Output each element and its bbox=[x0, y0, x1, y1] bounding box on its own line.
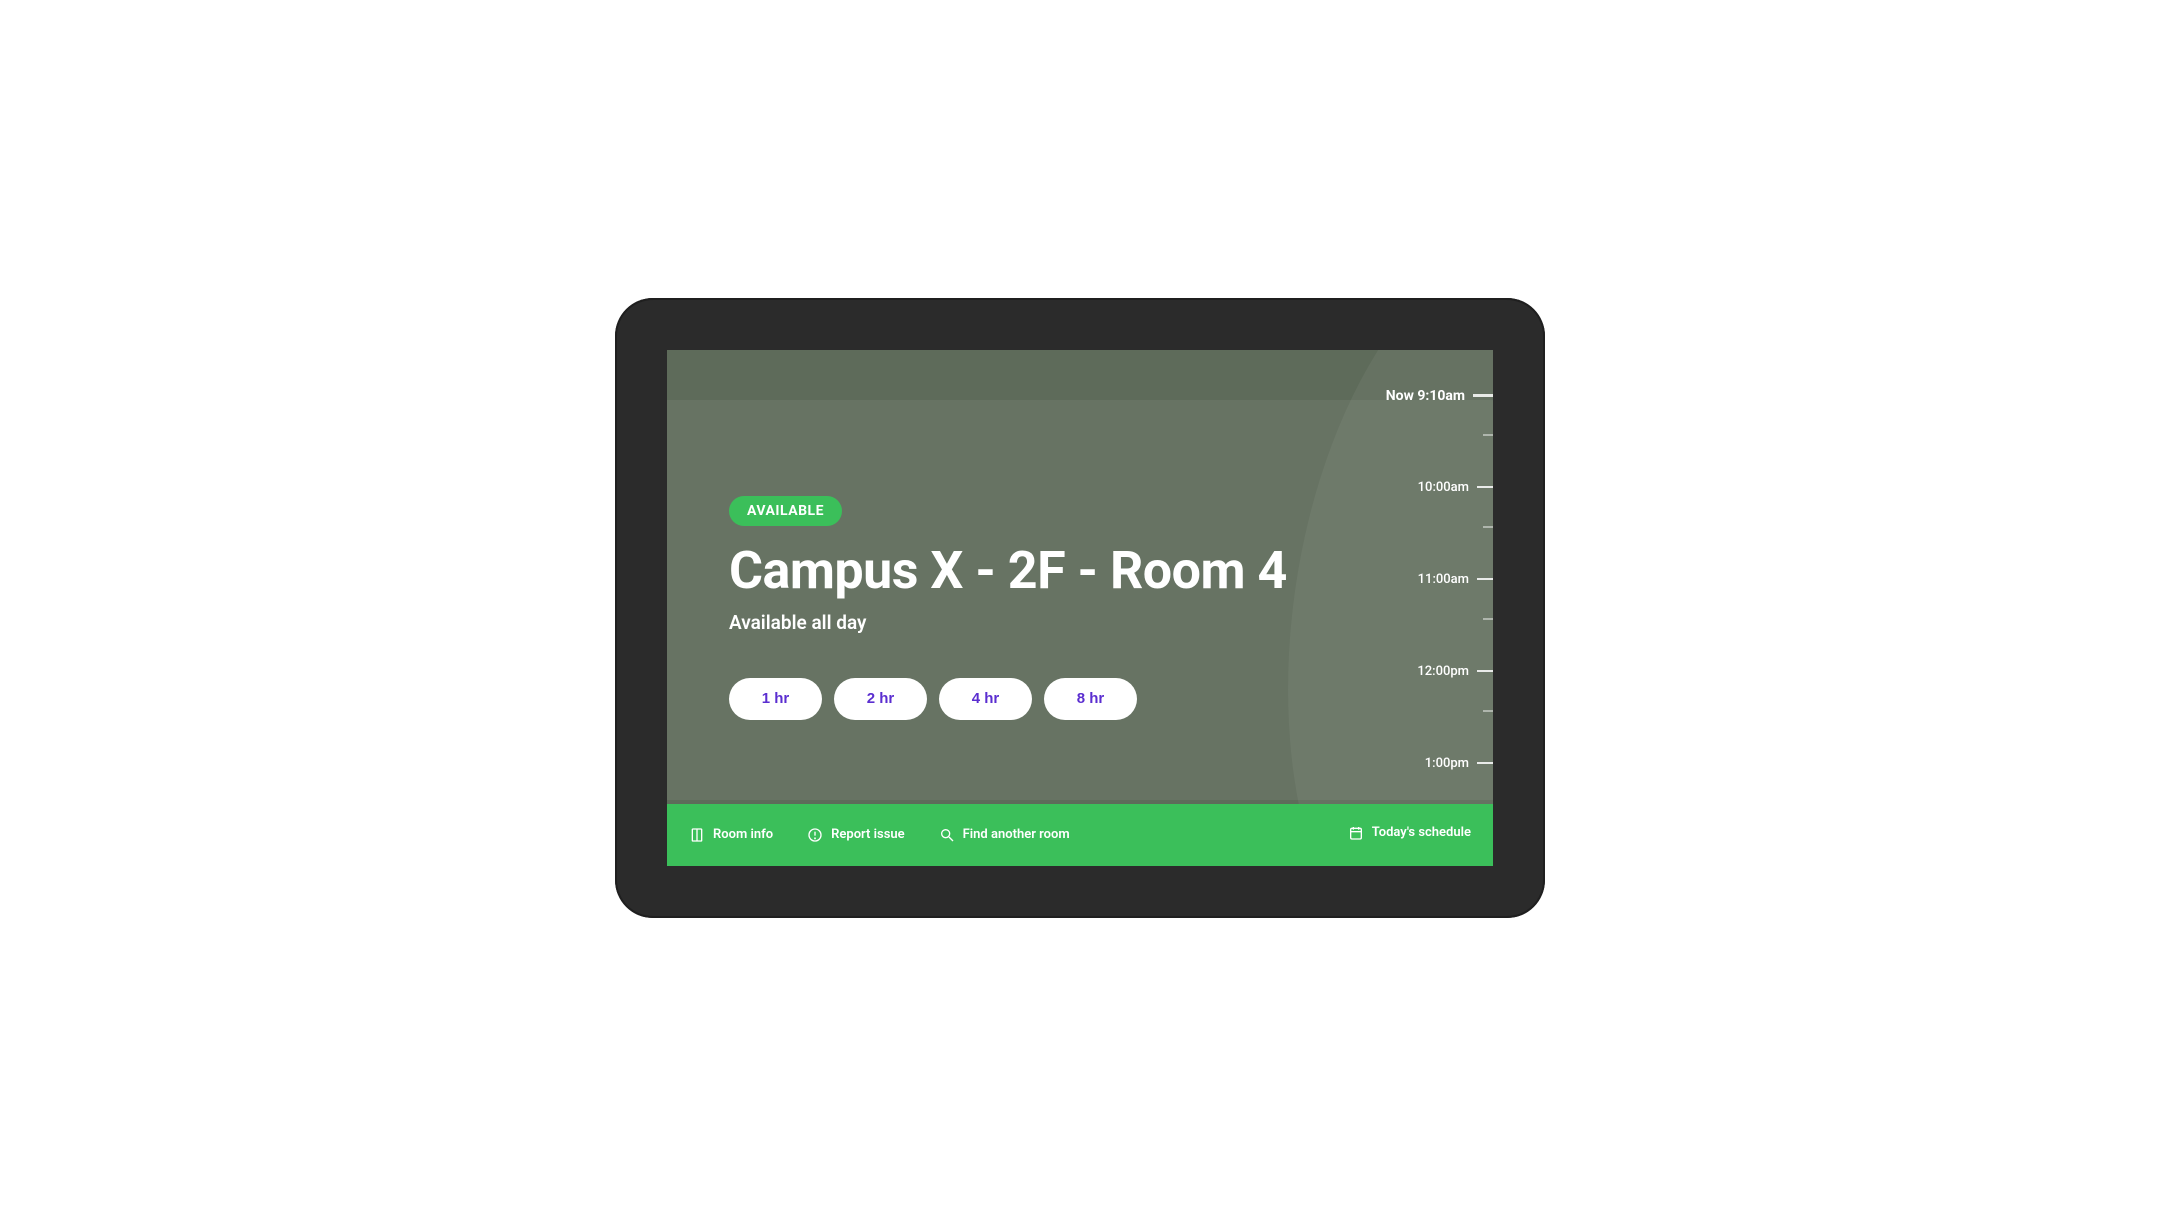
duration-button-1hr[interactable]: 1 hr bbox=[729, 678, 822, 720]
find-room-button[interactable]: Find another room bbox=[939, 827, 1070, 843]
todays-schedule-button[interactable]: Today's schedule bbox=[1348, 825, 1471, 841]
timeline-tick-icon bbox=[1483, 434, 1493, 436]
calendar-icon bbox=[1348, 825, 1364, 841]
timeline-tick-icon bbox=[1477, 670, 1493, 672]
timeline-now: Now 9:10am bbox=[1386, 388, 1493, 404]
timeline-tick-icon bbox=[1477, 762, 1493, 764]
timeline-hour-label: 12:00pm bbox=[1417, 664, 1469, 679]
report-issue-button[interactable]: Report issue bbox=[807, 827, 905, 843]
timeline-now-label: Now 9:10am bbox=[1386, 388, 1465, 404]
timeline-tick-icon bbox=[1473, 394, 1493, 397]
door-icon bbox=[689, 827, 705, 843]
timeline-hour-label: 1:00pm bbox=[1425, 756, 1469, 771]
timeline-hour: 10:00am bbox=[1418, 480, 1493, 495]
timeline-hour: 11:00am bbox=[1418, 572, 1493, 587]
timeline-tick-icon bbox=[1483, 526, 1493, 528]
timeline-minor-tick bbox=[1483, 526, 1493, 528]
timeline-tick-icon bbox=[1483, 618, 1493, 620]
search-icon bbox=[939, 827, 955, 843]
room-info-label: Room info bbox=[713, 827, 773, 842]
timeline-minor-tick bbox=[1483, 618, 1493, 620]
report-issue-label: Report issue bbox=[831, 827, 905, 842]
bottom-bar: Room info Report issue bbox=[667, 804, 1493, 866]
timeline-hour-label: 11:00am bbox=[1418, 572, 1469, 587]
status-badge-label: AVAILABLE bbox=[747, 503, 824, 519]
bottom-bar-left: Room info Report issue bbox=[689, 827, 1070, 843]
bottom-bar-right: Today's schedule bbox=[1348, 825, 1471, 845]
status-badge: AVAILABLE bbox=[729, 496, 842, 526]
timeline-minor-tick bbox=[1483, 710, 1493, 712]
timeline-hour: 12:00pm bbox=[1417, 664, 1493, 679]
timeline-minor-tick bbox=[1483, 434, 1493, 436]
schedule-label: Today's schedule bbox=[1372, 825, 1471, 840]
timeline-tick-icon bbox=[1483, 710, 1493, 712]
timeline-tick-icon bbox=[1477, 578, 1493, 580]
duration-button-2hr[interactable]: 2 hr bbox=[834, 678, 927, 720]
find-room-label: Find another room bbox=[963, 827, 1070, 842]
tablet-frame: AVAILABLE Campus X - 2F - Room 4 Availab… bbox=[615, 298, 1545, 918]
timeline-hour: 1:00pm bbox=[1425, 756, 1493, 771]
duration-button-8hr[interactable]: 8 hr bbox=[1044, 678, 1137, 720]
stage: AVAILABLE Campus X - 2F - Room 4 Availab… bbox=[0, 0, 2160, 1215]
timeline-tick-icon bbox=[1477, 486, 1493, 488]
timeline-hour-label: 10:00am bbox=[1418, 480, 1469, 495]
screen: AVAILABLE Campus X - 2F - Room 4 Availab… bbox=[667, 350, 1493, 866]
room-info-button[interactable]: Room info bbox=[689, 827, 773, 843]
alert-icon bbox=[807, 827, 823, 843]
duration-button-4hr[interactable]: 4 hr bbox=[939, 678, 1032, 720]
timeline: Now 9:10am 10:00am 11:00am 12:00pm bbox=[1363, 350, 1493, 804]
